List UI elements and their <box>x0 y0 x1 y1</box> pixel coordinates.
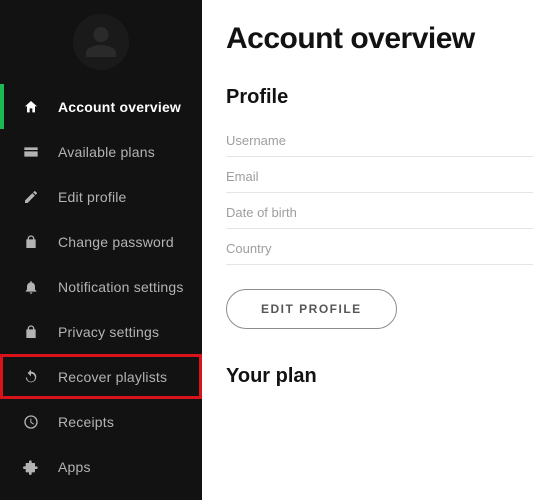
sidebar-item-available-plans[interactable]: Available plans <box>0 129 202 174</box>
main-content: Account overview Profile Username Email … <box>202 0 557 500</box>
clock-icon <box>22 413 40 431</box>
sidebar-item-apps[interactable]: Apps <box>0 444 202 489</box>
avatar[interactable] <box>73 14 129 70</box>
sidebar-item-label: Privacy settings <box>58 324 159 340</box>
lock-icon <box>22 323 40 341</box>
sidebar-item-account-overview[interactable]: Account overview <box>0 84 202 129</box>
sidebar-item-label: Apps <box>58 459 91 475</box>
field-country-label: Country <box>226 229 533 265</box>
field-email-label: Email <box>226 157 533 193</box>
sidebar-item-change-password[interactable]: Change password <box>0 219 202 264</box>
sidebar-item-label: Available plans <box>58 144 155 160</box>
sidebar-item-recover-playlists[interactable]: Recover playlists <box>0 354 202 399</box>
field-username-label: Username <box>226 121 533 157</box>
sidebar-nav: Account overview Available plans Edit pr… <box>0 84 202 489</box>
sidebar-item-label: Account overview <box>58 99 181 115</box>
home-icon <box>22 98 40 116</box>
card-icon <box>22 143 40 161</box>
field-dob-label: Date of birth <box>226 193 533 229</box>
refresh-icon <box>22 368 40 386</box>
user-icon <box>83 24 119 60</box>
sidebar-item-edit-profile[interactable]: Edit profile <box>0 174 202 219</box>
page-title: Account overview <box>226 22 533 56</box>
edit-profile-button[interactable]: EDIT PROFILE <box>226 289 397 329</box>
sidebar: Account overview Available plans Edit pr… <box>0 0 202 500</box>
sidebar-item-label: Change password <box>58 234 174 250</box>
avatar-container <box>0 8 202 84</box>
profile-heading: Profile <box>226 86 533 109</box>
puzzle-icon <box>22 458 40 476</box>
profile-fields: Username Email Date of birth Country <box>226 121 533 265</box>
plan-heading: Your plan <box>226 365 533 388</box>
lock-icon <box>22 233 40 251</box>
sidebar-item-notification-settings[interactable]: Notification settings <box>0 264 202 309</box>
sidebar-item-receipts[interactable]: Receipts <box>0 399 202 444</box>
sidebar-item-label: Edit profile <box>58 189 127 205</box>
sidebar-item-label: Notification settings <box>58 279 184 295</box>
pencil-icon <box>22 188 40 206</box>
bell-icon <box>22 278 40 296</box>
sidebar-item-privacy-settings[interactable]: Privacy settings <box>0 309 202 354</box>
sidebar-item-label: Recover playlists <box>58 369 167 385</box>
sidebar-item-label: Receipts <box>58 414 114 430</box>
